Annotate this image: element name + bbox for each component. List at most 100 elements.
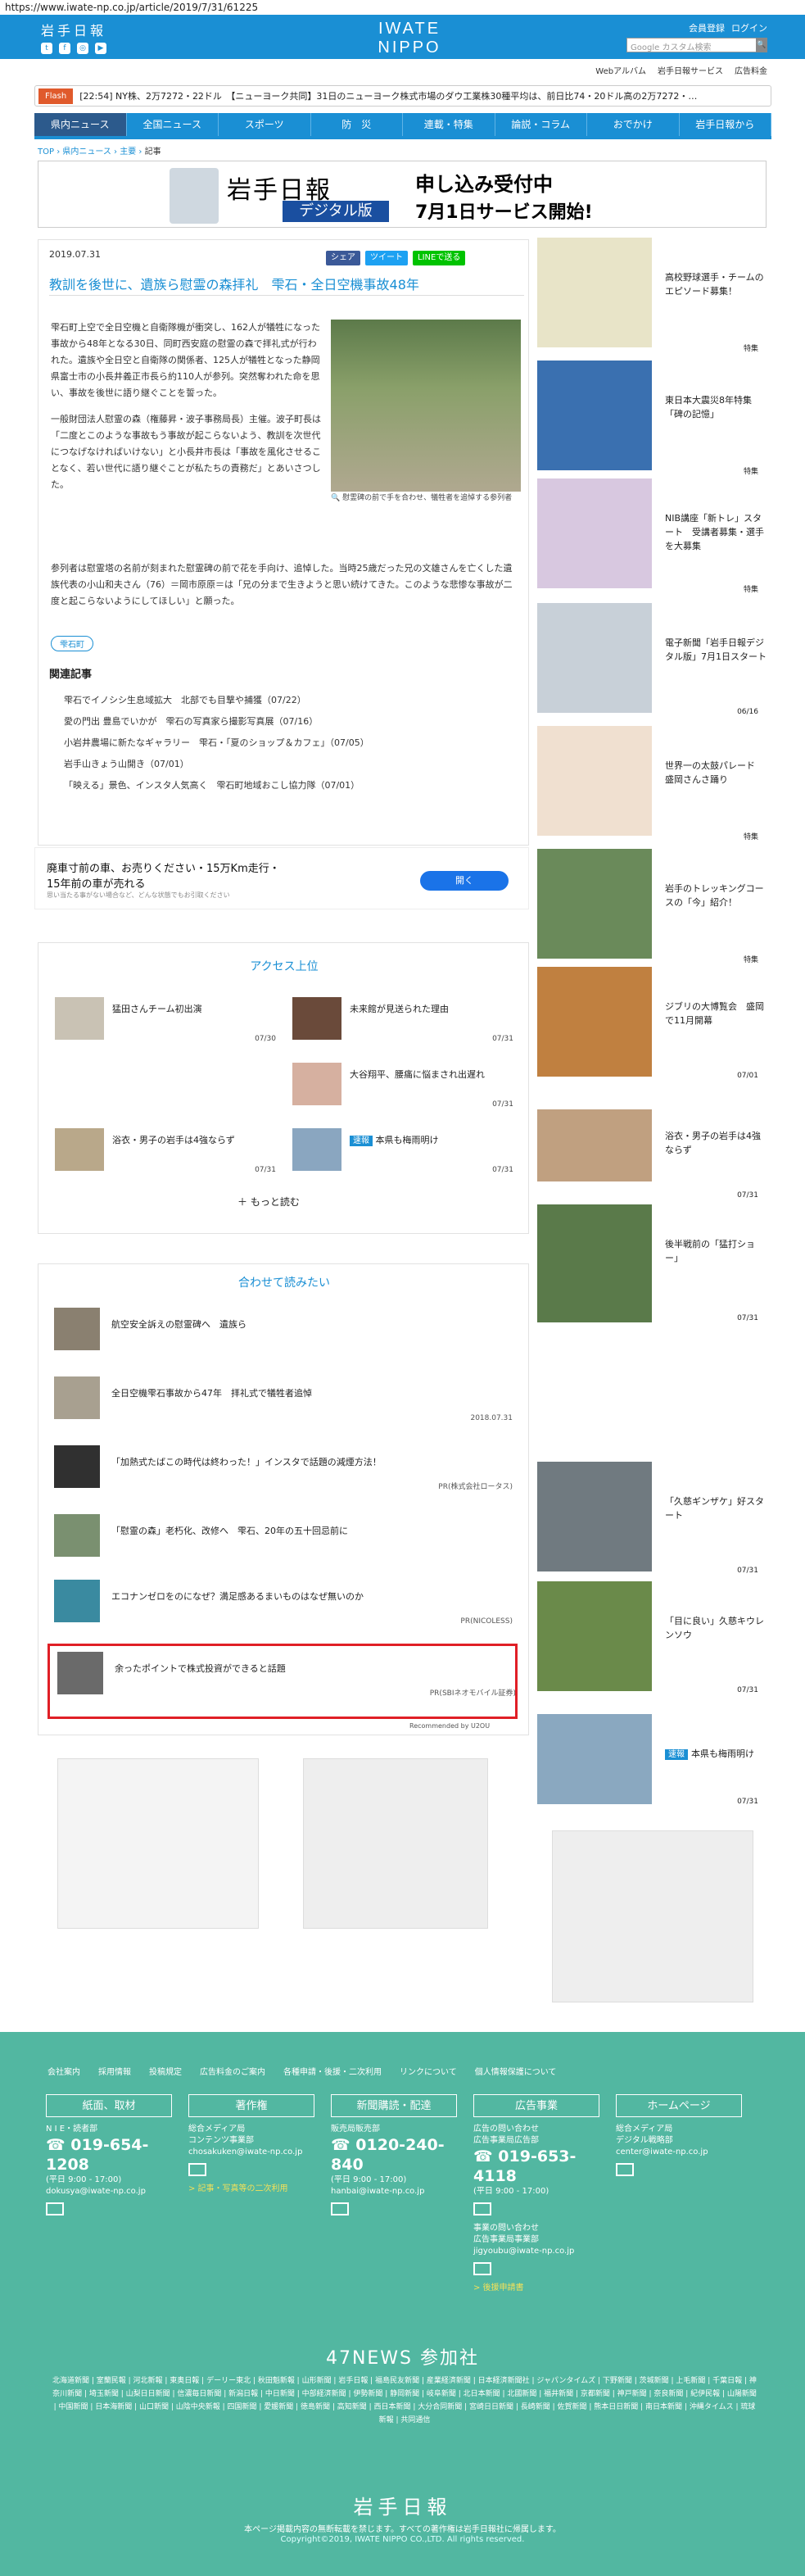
phone-number: ☎ 019-653-4118 xyxy=(473,2147,599,2186)
crumb-main[interactable]: 主要 xyxy=(120,147,136,156)
flash-text[interactable]: [22:54] NY株、2万7272・22ドル 【ニューヨーク共同】31日のニュ… xyxy=(79,89,697,102)
nav-column[interactable]: 論説・コラム xyxy=(495,113,587,136)
recommend-title: 「慰霊の森」老朽化、改修へ 雫石、20年の五十回忌前に xyxy=(111,1526,348,1536)
line-button[interactable]: LINEで送る xyxy=(413,251,466,265)
tweet-button[interactable]: ツイート xyxy=(365,251,408,265)
nav-outing[interactable]: おでかけ xyxy=(587,113,680,136)
more-button[interactable]: ＋ もっと読む xyxy=(237,1195,300,1209)
search-icon[interactable]: 🔍 xyxy=(756,38,767,52)
nav-sports[interactable]: スポーツ xyxy=(219,113,311,136)
instagram-icon[interactable]: ◎ xyxy=(77,43,88,54)
side-title: 浴衣・男子の岩手は4強ならず xyxy=(665,1131,761,1155)
brand[interactable]: IWATE NIPPO 2019.08.01. 木 xyxy=(352,20,467,72)
ranking-item[interactable]: 猛田さんチーム初出演 07/30 xyxy=(55,997,276,1046)
recommend-item[interactable]: 全日空機雫石事故から47年 拝礼式で犠牲者追悼 2018.07.31 xyxy=(54,1376,513,1426)
crumb-top[interactable]: TOP xyxy=(38,147,54,156)
thumbnail xyxy=(537,361,652,470)
register-link[interactable]: 会員登録 xyxy=(689,21,725,34)
mail-icon[interactable] xyxy=(616,2163,634,2176)
email-link[interactable]: hanbai@iwate-np.co.jp xyxy=(331,2186,457,2197)
ad-manga-2[interactable] xyxy=(552,1830,753,2002)
nav-disaster[interactable]: 防 災 xyxy=(310,113,403,136)
recommend-item[interactable]: エコナンゼロをのになぜ？満足感あるまいものはなぜ無いのか PR(NICOLESS… xyxy=(54,1580,513,1629)
footer-link[interactable]: 個人情報保護について xyxy=(475,2065,557,2077)
related-item[interactable]: 雫石でイノシシ生息域拡大 北部でも目撃や捕獲（07/22） xyxy=(64,690,522,711)
recommend-footer[interactable]: Recommended by U2OU xyxy=(409,1722,490,1730)
ad-banner[interactable]: 廃車寸前の車、お売りください・15万Km走行・15年前の車が売れる 思い当たる事… xyxy=(34,847,529,909)
footer-logo[interactable]: 岩手日報 xyxy=(0,2491,805,2519)
flash-label: Flash xyxy=(38,88,74,104)
article-photo[interactable] xyxy=(331,320,521,492)
recommend-item[interactable]: 「慰霊の森」老朽化、改修へ 雫石、20年の五十回忌前に xyxy=(54,1514,513,1563)
ranking-item[interactable]: 大谷翔平、腰痛に悩まされ出遅れ 07/31 xyxy=(292,1063,513,1112)
recommend-item[interactable]: 航空安全訴えの慰霊碑へ 遺族ら xyxy=(54,1308,513,1357)
ranking-item[interactable]: 速報 本県も梅雨明け 07/31 xyxy=(292,1128,513,1177)
global-nav: 県内ニュース 全国ニュース スポーツ 防 災 連載・特集 論説・コラム おでかけ… xyxy=(34,113,771,136)
related-item[interactable]: 小岩井農場に新たなギャラリー 雫石・「夏のショップ＆カフェ」（07/05） xyxy=(64,732,522,754)
flash-news[interactable]: Flash [22:54] NY株、2万7272・22ドル 【ニューヨーク共同】… xyxy=(34,85,771,107)
related-item[interactable]: 「映える」景色、インスタ人気高く 雫石町地域おこし協力隊（07/01） xyxy=(64,775,522,796)
mail-icon[interactable] xyxy=(188,2163,206,2176)
mail-icon[interactable] xyxy=(331,2202,349,2215)
side-date: 特集 xyxy=(743,833,758,841)
email-link[interactable]: jigyoubu@iwate-np.co.jp xyxy=(473,2246,599,2257)
email-link[interactable]: center@iwate-np.co.jp xyxy=(616,2147,742,2158)
footer-link[interactable]: 広告料金のご案内 xyxy=(200,2065,265,2077)
phone-icon: ☎ xyxy=(473,2147,493,2166)
related-item[interactable]: 岩手山きょう山開き（07/01） xyxy=(64,754,522,775)
photo-caption: 🔍 慰霊碑の前で手を合わせ、犠牲者を追悼する参列者 xyxy=(331,493,521,504)
subnav-service[interactable]: 岩手日報サービス xyxy=(658,64,723,76)
youtube-icon[interactable]: ▶ xyxy=(95,43,106,54)
subnav-album[interactable]: Webアルバム xyxy=(595,64,646,76)
footer-link[interactable]: 会社案内 xyxy=(47,2065,80,2077)
twitter-icon[interactable]: t xyxy=(41,43,52,54)
facebook-share-button[interactable]: シェア xyxy=(326,251,360,265)
ad-open-button[interactable]: 開く xyxy=(420,871,509,891)
ad-image-1[interactable] xyxy=(57,1758,259,1929)
ranking-title: 未来館が見送られた理由 xyxy=(350,1004,449,1014)
paragraph-3: 参列者は慰霊塔の名前が刻まれた慰霊碑の前で花を手向け、追悼した。当時25歳だった… xyxy=(51,563,513,606)
site-logo[interactable]: 岩手日報 xyxy=(41,20,106,39)
banner-digital: デジタル版 xyxy=(283,201,389,222)
email-link[interactable]: chosakuken@iwate-np.co.jp xyxy=(188,2147,314,2158)
secondary-use-link[interactable]: > 記事・写真等の二次利用 xyxy=(188,2184,314,2195)
social-links: t f ◎ ▶ xyxy=(41,43,106,54)
recommend-item[interactable]: 「加熱式たばこの時代は終わった！」インスタで話題の減煙方法！ PR(株式会社ロー… xyxy=(54,1445,513,1494)
news47-members[interactable]: 北海道新聞 | 室蘭民報 | 河北新報 | 東奥日報 | デーリー東北 | 秋田… xyxy=(52,2374,757,2427)
subnav-ad[interactable]: 広告料金 xyxy=(735,64,767,76)
ranking-item[interactable]: 浴衣・男子の岩手は4強ならず 07/31 xyxy=(55,1128,276,1177)
nav-local[interactable]: 県内ニュース xyxy=(34,113,127,136)
url-bar[interactable]: https://www.iwate-np.co.jp/article/2019/… xyxy=(0,0,805,15)
footer-link[interactable]: 投稿規定 xyxy=(149,2065,182,2077)
mail-icon[interactable] xyxy=(473,2262,491,2275)
highlight-box xyxy=(47,1644,518,1719)
share-buttons: シェア ツイート LINEで送る xyxy=(326,251,466,265)
nav-from-iwate[interactable]: 岩手日報から xyxy=(679,113,771,136)
tag-shizukuishi[interactable]: 雫石町 xyxy=(51,636,93,651)
ranking-item[interactable]: 未来館が見送られた理由 07/31 xyxy=(292,997,513,1046)
ranking-title: 速報 本県も梅雨明け xyxy=(350,1133,439,1146)
digital-banner[interactable]: 岩手日報 デジタル版 申し込み受付中 7月1日サービス開始! xyxy=(38,161,767,228)
footer-link[interactable]: 各種申請・後援・二次利用 xyxy=(283,2065,382,2077)
related-item[interactable]: 愛の門出 豊島でいかが 雫石の写真家ら撮影写真展（07/16） xyxy=(64,711,522,732)
breadcrumb: TOP › 県内ニュース › 主要 › 記事 xyxy=(38,147,161,156)
footer-link[interactable]: リンクについて xyxy=(400,2065,457,2077)
ad-manga-1[interactable] xyxy=(303,1758,488,1929)
facebook-icon[interactable]: f xyxy=(59,43,70,54)
crumb-local[interactable]: 県内ニュース xyxy=(62,147,111,156)
mail-icon[interactable] xyxy=(46,2202,64,2215)
mail-icon[interactable] xyxy=(473,2202,491,2215)
nav-series[interactable]: 連載・特集 xyxy=(403,113,495,136)
search-input[interactable]: Google カスタム検索 xyxy=(626,38,758,52)
login-link[interactable]: ログイン xyxy=(731,21,767,34)
nav-national[interactable]: 全国ニュース xyxy=(126,113,219,136)
email-link[interactable]: dokusya@iwate-np.co.jp xyxy=(46,2186,172,2197)
divider xyxy=(49,295,524,296)
phone-number: ☎ 0120-240-840 xyxy=(331,2135,457,2175)
footer-link[interactable]: 採用情報 xyxy=(98,2065,131,2077)
phone-icon: ☎ xyxy=(331,2136,350,2154)
paragraph-2: 一般財団法人慰霊の森（権藤昇・波子事務局長）主催。波子町長は「二度とこのような事… xyxy=(51,414,321,490)
support-application-link[interactable]: > 後援申請書 xyxy=(473,2283,599,2294)
ad-title: 廃車寸前の車、お売りください・15万Km走行・15年前の車が売れる xyxy=(47,863,280,891)
col-line: コンテンツ事業部 xyxy=(188,2136,254,2145)
